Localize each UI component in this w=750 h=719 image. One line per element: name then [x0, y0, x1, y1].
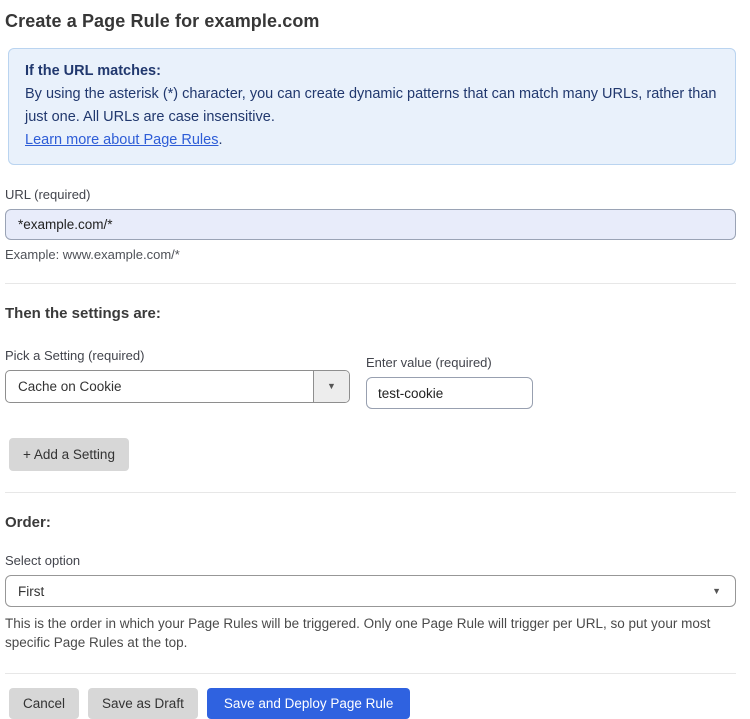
setting-select-column: Pick a Setting (required) Cache on Cooki…: [5, 348, 350, 409]
divider: [5, 673, 736, 674]
create-page-rule-form: Create a Page Rule for example.com If th…: [0, 0, 750, 719]
settings-row: Pick a Setting (required) Cache on Cooki…: [5, 348, 736, 409]
info-banner-body: By using the asterisk (*) character, you…: [25, 86, 717, 125]
order-helper-text: This is the order in which your Page Rul…: [5, 616, 711, 650]
order-select[interactable]: First ▼: [5, 575, 736, 607]
learn-more-link[interactable]: Learn more about Page Rules: [25, 132, 218, 148]
order-select-value: First: [18, 583, 45, 599]
add-setting-button[interactable]: + Add a Setting: [9, 438, 129, 471]
chevron-down-icon: ▼: [327, 381, 336, 391]
info-banner-link-line: Learn more about Page Rules.: [25, 129, 719, 152]
divider: [5, 492, 736, 493]
order-select-label: Select option: [5, 553, 81, 568]
setting-value-column: Enter value (required): [366, 355, 533, 409]
order-section-heading: Order:: [5, 514, 51, 531]
setting-select-dropdown-button[interactable]: ▼: [313, 371, 349, 402]
setting-select-label: Pick a Setting (required): [5, 348, 145, 363]
divider: [5, 283, 736, 284]
setting-select[interactable]: Cache on Cookie ▼: [5, 370, 350, 403]
settings-section-heading: Then the settings are:: [5, 305, 161, 322]
setting-value-input[interactable]: [366, 377, 533, 409]
setting-value-label: Enter value (required): [366, 355, 492, 370]
link-suffix: .: [218, 132, 223, 148]
page-title: Create a Page Rule for example.com: [5, 11, 320, 31]
url-input[interactable]: [5, 209, 736, 240]
info-banner: If the URL matches: By using the asteris…: [8, 48, 736, 165]
info-banner-heading: If the URL matches:: [25, 63, 161, 79]
setting-select-value: Cache on Cookie: [18, 379, 122, 394]
chevron-down-icon: ▼: [712, 585, 721, 596]
url-field-label: URL (required): [5, 187, 91, 202]
url-helper-text: Example: www.example.com/*: [5, 247, 180, 262]
